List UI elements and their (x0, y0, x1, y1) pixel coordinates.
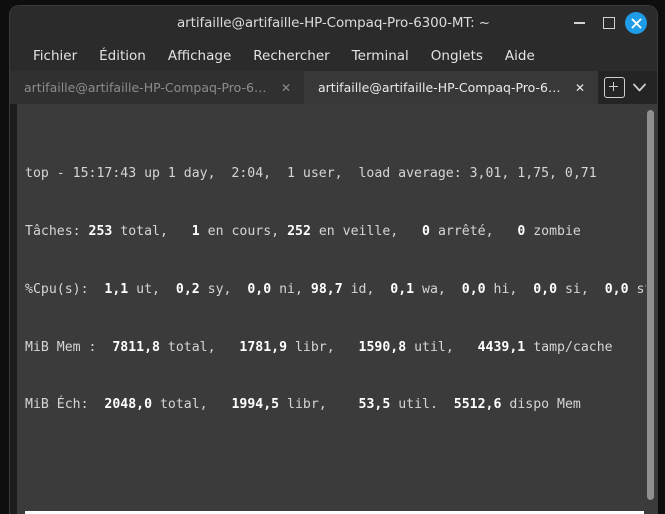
terminal-area: top - 15:17:43 up 1 day, 2:04, 1 user, l… (10, 104, 657, 514)
top-summary-line-mem: MiB Mem : 7811,8 total, 1781,9 libr, 159… (25, 339, 613, 355)
maximize-icon (603, 17, 615, 29)
menubar: Fichier Édition Affichage Rechercher Ter… (10, 40, 657, 71)
minimize-icon (573, 22, 585, 24)
tabbar: artifaille@artifaille-HP-Compaq-Pro-63… … (10, 71, 657, 104)
tab-0-close-icon[interactable]: ✕ (277, 81, 295, 95)
menu-item-terminal[interactable]: Terminal (341, 45, 420, 67)
terminal-scrollbar[interactable] (646, 106, 655, 508)
new-tab-icon[interactable] (604, 77, 625, 98)
close-button[interactable] (625, 12, 647, 34)
close-icon (631, 18, 641, 28)
menu-item-edition[interactable]: Édition (88, 45, 157, 67)
screen: artifaille@artifaille-HP-Compaq-Pro-6300… (0, 0, 665, 514)
top-summary-line-1: top - 15:17:43 up 1 day, 2:04, 1 user, l… (25, 165, 597, 181)
tab-0[interactable]: artifaille@artifaille-HP-Compaq-Pro-63… … (10, 71, 304, 104)
menu-item-onglets[interactable]: Onglets (420, 45, 494, 67)
tab-0-label: artifaille@artifaille-HP-Compaq-Pro-63… (24, 80, 267, 95)
tab-list-button[interactable] (629, 78, 649, 98)
top-summary-line-cpu: %Cpu(s): 1,1 ut, 0,2 sy, 0,0 ni, 98,7 id… (25, 281, 653, 297)
menu-item-aide[interactable]: Aide (494, 45, 546, 67)
tab-1[interactable]: artifaille@artifaille-HP-Compaq-Pro-63… … (304, 71, 598, 104)
maximize-button[interactable] (595, 9, 623, 37)
chevron-down-icon (632, 83, 646, 92)
terminal-scrollbar-thumb[interactable] (647, 110, 654, 500)
menu-item-rechercher[interactable]: Rechercher (242, 45, 340, 67)
menu-item-fichier[interactable]: Fichier (22, 45, 88, 67)
spacer-line (25, 453, 657, 472)
tab-1-close-icon[interactable]: ✕ (571, 81, 589, 95)
terminal-output[interactable]: top - 15:17:43 up 1 day, 2:04, 1 user, l… (17, 104, 657, 514)
menu-item-affichage[interactable]: Affichage (157, 45, 242, 67)
tab-1-label: artifaille@artifaille-HP-Compaq-Pro-63… (318, 80, 561, 95)
tabbar-tools (598, 71, 657, 104)
window-titlebar: artifaille@artifaille-HP-Compaq-Pro-6300… (10, 6, 657, 40)
terminal-window: artifaille@artifaille-HP-Compaq-Pro-6300… (10, 6, 657, 514)
top-summary-line-swap: MiB Éch: 2048,0 total, 1994,5 libr, 53,5… (25, 397, 581, 413)
top-summary-line-tasks: Tâches: 253 total, 1 en cours, 252 en ve… (25, 223, 581, 239)
minimize-button[interactable] (565, 9, 593, 37)
window-controls (565, 6, 651, 40)
window-title: artifaille@artifaille-HP-Compaq-Pro-6300… (177, 15, 490, 31)
